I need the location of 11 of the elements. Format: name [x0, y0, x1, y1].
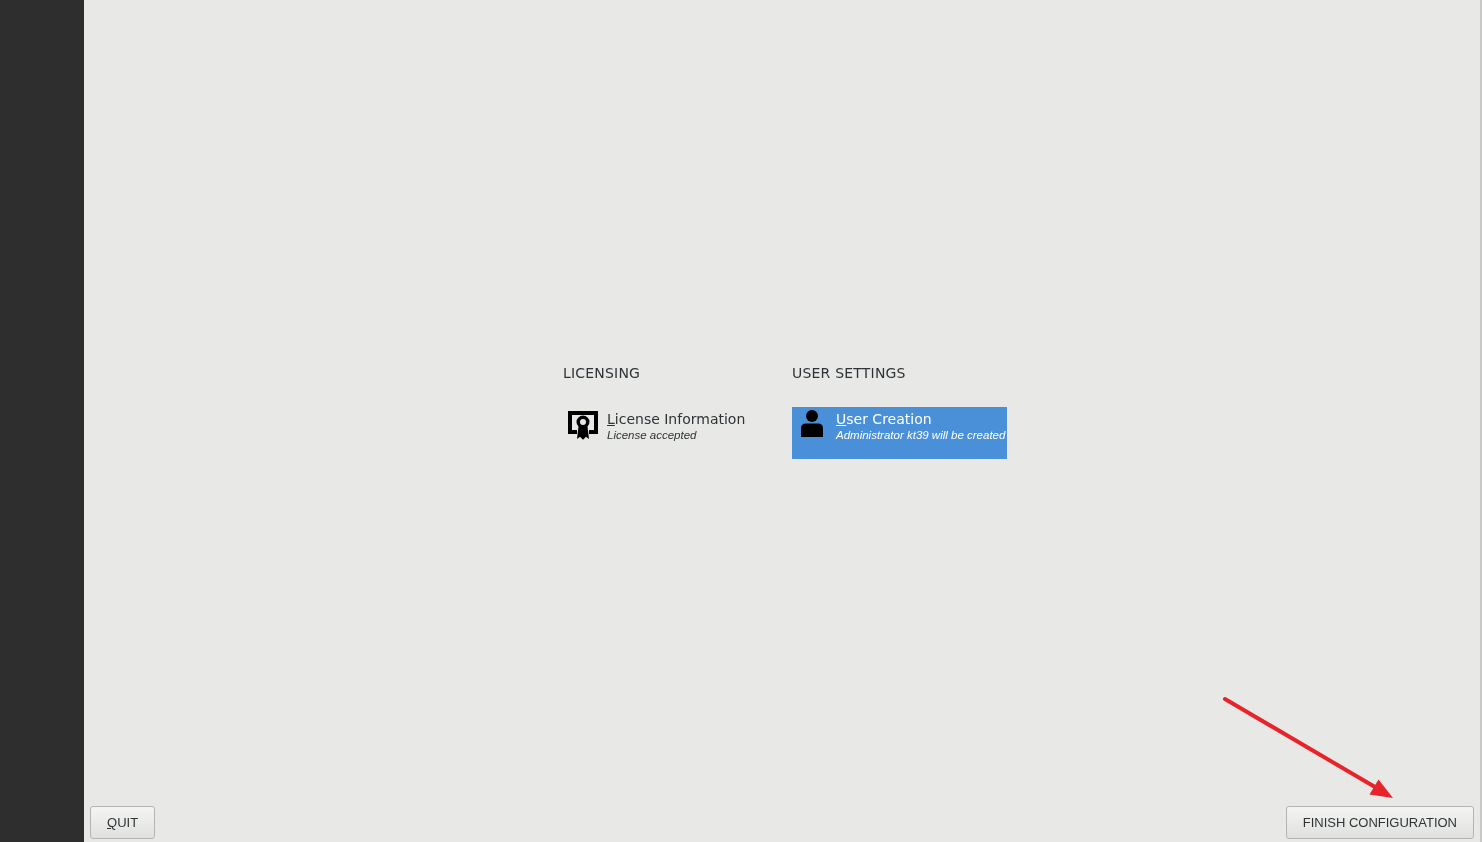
category-heading: USER SETTINGS	[792, 364, 906, 382]
spoke-status: License accepted	[607, 428, 697, 442]
quit-button[interactable]: QUIT	[90, 806, 156, 839]
category-heading: LICENSING	[563, 364, 641, 382]
hub-spoke[interactable]: License Information License accepted	[563, 407, 774, 459]
person-icon	[801, 410, 823, 437]
spoke-title: User Creation	[836, 410, 932, 428]
certificate-icon	[567, 410, 599, 440]
spoke-status: Administrator kt39 will be created	[836, 428, 1006, 442]
spoke-title: License Information	[607, 410, 746, 428]
finish-configuration-button[interactable]: FINISH CONFIGURATION	[1285, 806, 1474, 839]
